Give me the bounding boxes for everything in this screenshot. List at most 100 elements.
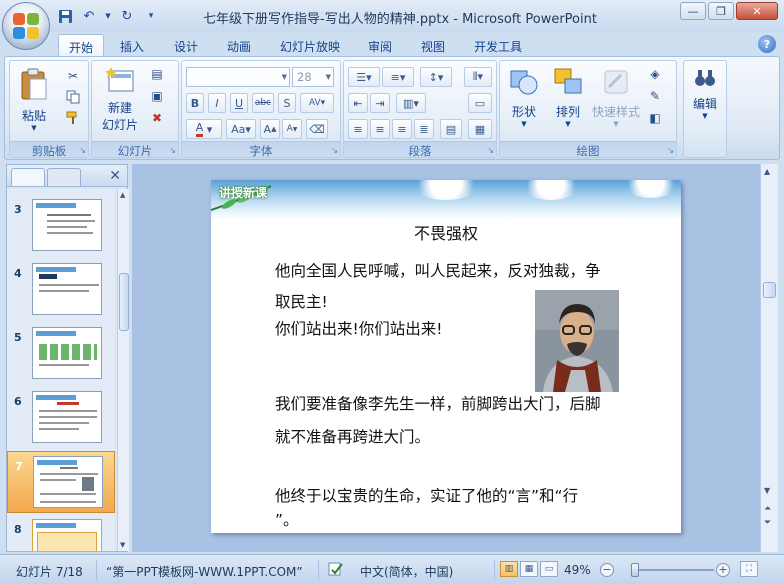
clipboard-launcher-icon[interactable]: ↘ xyxy=(79,146,86,155)
spell-check-icon[interactable] xyxy=(328,561,344,580)
tab-animations[interactable]: 动画 xyxy=(217,34,261,56)
line-spacing-icon[interactable]: ↕▾ xyxy=(420,67,452,87)
scrollbar-thumb[interactable] xyxy=(119,273,129,331)
slide-thumbnail-3[interactable]: 3 xyxy=(7,195,115,257)
next-slide-icon[interactable]: ⏷ xyxy=(764,518,771,528)
paragraph-launcher-icon[interactable]: ↘ xyxy=(487,146,494,155)
slides-pane-scrollbar[interactable]: ▲ ▼ xyxy=(117,189,129,551)
text-direction-icon[interactable]: ⫴▾ xyxy=(464,67,492,87)
font-name-combo[interactable]: ▼ xyxy=(186,67,290,87)
shapes-button[interactable]: 形状 ▼ xyxy=(504,67,544,128)
slide-thumbnail-7[interactable]: 7 xyxy=(7,451,115,513)
clear-formatting-icon[interactable]: ⌫ xyxy=(306,119,328,139)
scroll-up-icon[interactable]: ▲ xyxy=(120,191,125,199)
strikethrough-button[interactable]: abc xyxy=(252,93,274,113)
tab-slideshow[interactable]: 幻灯片放映 xyxy=(270,34,350,56)
scroll-down-icon[interactable]: ▼ xyxy=(120,541,125,549)
redo-icon[interactable]: ↻ xyxy=(118,7,136,25)
zoom-out-icon[interactable]: − xyxy=(600,563,614,577)
minimize-icon[interactable]: — xyxy=(680,2,706,20)
tab-insert[interactable]: 插入 xyxy=(110,34,154,56)
paste-button[interactable]: 粘贴 ▼ xyxy=(16,67,52,132)
previous-slide-icon[interactable]: ⏶ xyxy=(764,504,771,514)
italic-button[interactable]: I xyxy=(208,93,226,113)
align-left-icon[interactable]: ≡ xyxy=(348,119,368,139)
scrollbar-thumb[interactable] xyxy=(763,282,776,298)
save-icon[interactable] xyxy=(56,7,74,25)
change-case-button[interactable]: Aa▾ xyxy=(226,119,256,139)
char-spacing-button[interactable]: AV▾ xyxy=(300,93,334,113)
close-pane-icon[interactable]: ✕ xyxy=(109,168,121,184)
status-divider xyxy=(318,560,319,580)
grow-font-button[interactable]: A ▲ xyxy=(260,119,280,139)
zoom-slider-thumb[interactable] xyxy=(631,563,639,577)
font-launcher-icon[interactable]: ↘ xyxy=(331,146,338,155)
editing-button[interactable]: 编辑 ▼ xyxy=(686,67,724,120)
tab-home[interactable]: 开始 xyxy=(58,34,105,56)
close-icon[interactable]: ✕ xyxy=(736,2,778,20)
undo-dropdown-icon[interactable]: ▼ xyxy=(104,7,112,25)
zoom-in-icon[interactable]: + xyxy=(716,563,730,577)
justify-icon[interactable]: ≣ xyxy=(414,119,434,139)
drawing-launcher-icon[interactable]: ↘ xyxy=(667,146,674,155)
slide[interactable]: 讲授新课 不畏强权 他向全国人民呼喊，叫人民起来，反对独裁，争 取民主! 你们站… xyxy=(211,180,681,533)
help-icon[interactable]: ? xyxy=(758,35,776,53)
normal-view-icon[interactable]: ▥ xyxy=(500,561,518,577)
zoom-slider-track[interactable] xyxy=(636,569,714,571)
layout-icon[interactable]: ▤ xyxy=(148,65,166,83)
underline-button[interactable]: U xyxy=(230,93,248,113)
scroll-up-icon[interactable]: ▲ xyxy=(764,167,770,176)
shape-outline-icon[interactable]: ✎ xyxy=(646,87,664,105)
bold-button[interactable]: B xyxy=(186,93,204,113)
arrange-button[interactable]: 排列 ▼ xyxy=(548,67,588,128)
copy-icon[interactable] xyxy=(64,88,82,106)
tab-developer[interactable]: 开发工具 xyxy=(464,34,532,56)
editing-dropdown-icon: ▼ xyxy=(702,112,708,120)
office-button[interactable] xyxy=(2,2,50,50)
align-right-icon[interactable]: ≡ xyxy=(392,119,412,139)
tab-view[interactable]: 视图 xyxy=(411,34,455,56)
slide-sorter-icon[interactable]: ▦ xyxy=(520,561,538,577)
cut-icon[interactable]: ✂ xyxy=(64,67,82,85)
smartart-icon[interactable]: ▦ xyxy=(468,119,492,139)
shrink-font-button[interactable]: A ▼ xyxy=(282,119,302,139)
slide-thumbnails: 3 4 5 6 7 8 xyxy=(7,189,115,551)
restore-icon[interactable]: ❐ xyxy=(708,2,734,20)
decrease-indent-icon[interactable]: ⇤ xyxy=(348,93,368,113)
slide-thumbnail-5[interactable]: 5 xyxy=(7,323,115,385)
format-painter-icon[interactable] xyxy=(64,109,82,127)
slideshow-view-icon[interactable]: ▭ xyxy=(540,561,558,577)
fit-to-window-icon[interactable]: ⛶ xyxy=(740,561,758,577)
slide-thumbnail-8[interactable]: 8 xyxy=(7,515,115,551)
tab-outline-view-icon[interactable] xyxy=(47,168,81,186)
language-indicator[interactable]: 中文(简体，中国) xyxy=(360,563,453,580)
shape-effects-icon[interactable]: ◧ xyxy=(646,109,664,127)
slide-thumbnail-6[interactable]: 6 xyxy=(7,387,115,449)
delete-slide-icon[interactable]: ✖ xyxy=(148,109,166,127)
slides-launcher-icon[interactable]: ↘ xyxy=(169,146,176,155)
slide-number: 4 xyxy=(14,267,22,280)
distributed-icon[interactable]: ▤ xyxy=(440,119,462,139)
zoom-level[interactable]: 49% xyxy=(564,563,591,577)
bullets-icon[interactable]: ☰▾ xyxy=(348,67,380,87)
reset-slide-icon[interactable]: ▣ xyxy=(148,87,166,105)
columns-icon[interactable]: ▥▾ xyxy=(396,93,426,113)
quick-styles-button[interactable]: 快速样式 ▼ xyxy=(590,67,642,128)
slide-scrollbar[interactable]: ▲ ▼ ⏶ ⏷ xyxy=(760,164,778,552)
align-center-icon[interactable]: ≡ xyxy=(370,119,390,139)
slide-thumbnail-4[interactable]: 4 xyxy=(7,259,115,321)
tab-review[interactable]: 审阅 xyxy=(358,34,402,56)
shadow-button[interactable]: S xyxy=(278,93,296,113)
undo-icon[interactable]: ↶ xyxy=(80,7,98,25)
font-size-combo[interactable]: 28 ▼ xyxy=(292,67,334,87)
font-color-button[interactable]: A ▾ xyxy=(186,119,222,139)
numbering-icon[interactable]: ≡▾ xyxy=(382,67,414,87)
portrait-photo[interactable] xyxy=(535,290,619,392)
shape-fill-icon[interactable]: ◈ xyxy=(646,65,664,83)
tab-slides-view-icon[interactable] xyxy=(11,168,45,186)
tab-design[interactable]: 设计 xyxy=(164,34,208,56)
align-text-icon[interactable]: ▭ xyxy=(468,93,492,113)
increase-indent-icon[interactable]: ⇥ xyxy=(370,93,390,113)
new-slide-button[interactable]: 新建 幻灯片 xyxy=(96,65,144,133)
scroll-down-icon[interactable]: ▼ xyxy=(764,486,770,495)
